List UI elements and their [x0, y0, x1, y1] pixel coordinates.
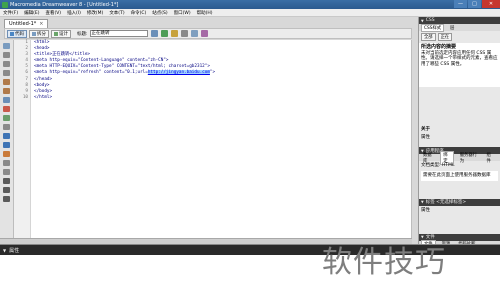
- tab-components[interactable]: 组件: [485, 152, 497, 164]
- document-tab-close-icon[interactable]: ×: [39, 21, 43, 27]
- menu-site[interactable]: 站点(S): [152, 10, 167, 16]
- expand-all-icon[interactable]: [3, 70, 10, 76]
- maximize-button[interactable]: □: [468, 0, 481, 8]
- tag-attributes-tab[interactable]: 属性: [419, 206, 500, 214]
- menu-window[interactable]: 窗口(W): [174, 10, 191, 16]
- document-tab-label: Untitled-1*: [9, 21, 37, 27]
- syntax-error-icon[interactable]: [3, 124, 10, 130]
- menu-file[interactable]: 文件(F): [3, 10, 18, 16]
- collapse-tag-icon[interactable]: [3, 52, 10, 58]
- preview-browser-icon[interactable]: [160, 30, 168, 37]
- collapse-selection-icon[interactable]: [3, 61, 10, 67]
- application-info-text: 需要在此页面上使用服务器数据库: [421, 171, 498, 181]
- check-page-icon[interactable]: [170, 30, 178, 37]
- menu-view[interactable]: 查看(V): [45, 10, 61, 16]
- css-summary: 所选内容的摘要 未对当前选定内容应用任何 CSS 属性。请选择一个带样式的元素，…: [419, 43, 500, 87]
- menu-text[interactable]: 文本(T): [109, 10, 124, 16]
- outdent-code-icon[interactable]: [3, 187, 10, 193]
- css-panel-title: CSS: [425, 18, 435, 23]
- title-label: 标题:: [77, 31, 88, 37]
- about-section[interactable]: 关于: [419, 125, 500, 133]
- design-view-label: 设计: [59, 31, 68, 37]
- menu-modify[interactable]: 修改(M): [87, 10, 103, 16]
- indent-code-icon[interactable]: [3, 178, 10, 184]
- coding-toolbar: [0, 40, 14, 238]
- remove-comment-icon[interactable]: [3, 142, 10, 148]
- code-view-label: 代码: [15, 31, 24, 37]
- menu-insert[interactable]: 插入(I): [67, 10, 81, 16]
- css-panel-tabs: CSS样式 层: [419, 23, 500, 32]
- document-tab[interactable]: Untitled-1* ×: [4, 19, 49, 28]
- redirect-url[interactable]: http://jingyan.baidu.com: [147, 70, 210, 76]
- dreamweaver-logo-icon: [2, 1, 8, 8]
- expand-triangle-icon: ▼: [421, 18, 424, 23]
- css-summary-text: 未对当前选定内容应用任何 CSS 属性。请选择一个带样式的元素，查看应用了哪些 …: [421, 50, 498, 67]
- word-wrap-icon[interactable]: [3, 115, 10, 121]
- line-numbers-icon[interactable]: [3, 97, 10, 103]
- refresh-icon[interactable]: [180, 30, 188, 37]
- code-line-suffix: ">: [209, 70, 216, 76]
- code-editor[interactable]: <html> <head> <title>正在跳转</title> <meta …: [31, 40, 412, 238]
- code-line-prefix: <meta http-equiv="refresh" content="0.1;…: [34, 70, 148, 76]
- file-management-icon[interactable]: [150, 30, 158, 37]
- css-current-button[interactable]: 正在: [437, 33, 453, 41]
- balance-braces-icon[interactable]: [3, 88, 10, 94]
- split-view-label: 拆分: [37, 31, 46, 37]
- wrap-tag-icon[interactable]: [3, 151, 10, 157]
- menu-commands[interactable]: 命令(C): [131, 10, 147, 16]
- tag-inspector-header[interactable]: ▼ 标签 <无选择标签>: [419, 198, 500, 206]
- open-documents-icon[interactable]: [3, 43, 10, 49]
- visual-aids-icon[interactable]: [200, 30, 208, 37]
- properties-section: 属性: [421, 135, 430, 140]
- menu-help[interactable]: 帮助(H): [197, 10, 213, 16]
- expand-triangle-icon: ▼: [421, 200, 424, 204]
- menu-bar: 文件(F) 编辑(E) 查看(V) 插入(I) 修改(M) 文本(T) 命令(C…: [0, 9, 500, 17]
- format-source-icon[interactable]: [3, 196, 10, 202]
- watermark-text: 软件技巧: [322, 245, 446, 280]
- title-input[interactable]: 正在跳转: [89, 30, 148, 37]
- line-number-gutter: 1 2 3 4 5 6 7 8 9 10: [14, 40, 31, 238]
- window-title: Macromedia Dreamweaver 8 - [Untitled-1*]: [10, 1, 119, 8]
- code-line[interactable]: </html>: [34, 95, 411, 101]
- window-controls: — □ ✕: [453, 0, 500, 9]
- design-view-button[interactable]: 设计: [51, 29, 71, 38]
- tag-inspector-title: 标签 <无选择标签>: [425, 200, 467, 205]
- document-toolbar: 代码 拆分 设计 标题: 正在跳转: [4, 28, 412, 39]
- right-panel-group: ▼ CSS CSS样式 层 全部 正在 所选内容的摘要 未对当前选定内容应用任何…: [418, 17, 500, 248]
- properties-panel-title: 属性: [9, 247, 20, 254]
- move-css-icon[interactable]: [3, 169, 10, 175]
- code-view-icon: [10, 31, 14, 36]
- menu-edit[interactable]: 编辑(E): [24, 10, 39, 16]
- design-view-icon: [54, 31, 58, 36]
- view-options-icon[interactable]: [190, 30, 198, 37]
- window-titlebar: Macromedia Dreamweaver 8 - [Untitled-1*]…: [0, 0, 500, 9]
- recent-snippets-icon[interactable]: [3, 160, 10, 166]
- split-view-button[interactable]: 拆分: [29, 29, 49, 38]
- minimize-button[interactable]: —: [454, 0, 467, 8]
- tab-layers[interactable]: 层: [448, 25, 456, 31]
- code-view-button[interactable]: 代码: [7, 29, 27, 38]
- split-view-icon: [32, 31, 36, 36]
- css-mode-buttons: 全部 正在: [419, 31, 500, 43]
- tab-css-styles[interactable]: CSS样式: [421, 23, 445, 32]
- apply-comment-icon[interactable]: [3, 133, 10, 139]
- line-number: 10: [22, 94, 28, 100]
- css-all-button[interactable]: 全部: [421, 33, 436, 41]
- close-button[interactable]: ✕: [482, 0, 500, 8]
- expand-triangle-icon: ▼: [3, 247, 7, 253]
- tab-server-behaviors[interactable]: 服务器行为: [458, 152, 481, 164]
- select-parent-tag-icon[interactable]: [3, 79, 10, 85]
- application-tabs: 数据库 绑定 服务器行为 组件: [419, 150, 500, 165]
- highlight-invalid-code-icon[interactable]: [3, 106, 10, 112]
